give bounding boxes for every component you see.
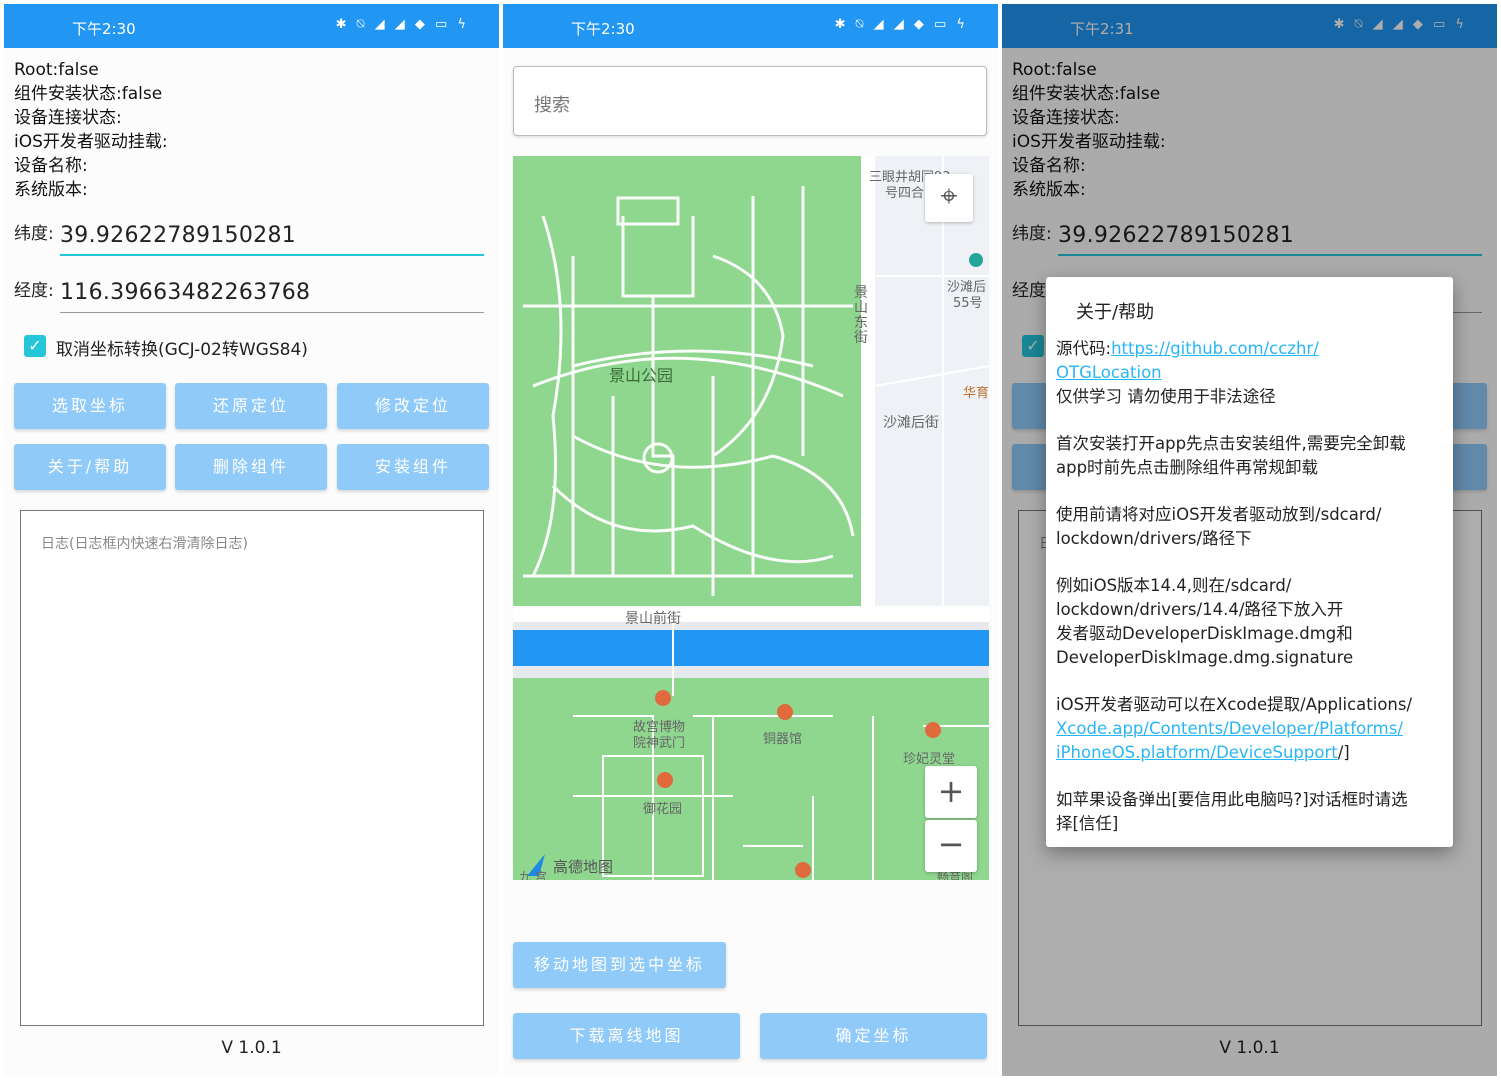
checkbox-checked-icon[interactable]: ✓ [24, 335, 46, 357]
status-icons: ✱ ⍉ ◢ ◢ ◆ ▭ ϟ [335, 17, 469, 32]
longitude-underline [60, 312, 484, 313]
trust-paragraph: 如苹果设备弹出[要信用此电脑吗?]对话框时请选 择[信任] [1056, 788, 1446, 836]
install-paragraph: 首次安装打开app先点击安装组件,需要完全卸载 app时前先点击删除组件再常规卸… [1056, 432, 1446, 480]
about-help-dialog: 关于/帮助 源代码:https://github.com/cczhr/ OTGL… [1046, 277, 1453, 847]
system-version: 系统版本: [14, 180, 88, 200]
log-placeholder: 日志(日志框内快速右滑清除日志) [41, 536, 248, 552]
example-line-1: 例如iOS版本14.4,则在/sdcard/ [1056, 576, 1292, 595]
xcode-paragraph: iOS开发者驱动可以在Xcode提取/Applications/ Xcode.a… [1056, 693, 1446, 765]
app-version: V 1.0.1 [221, 1038, 282, 1058]
dialog-title: 关于/帮助 [1076, 302, 1155, 323]
xcode-path-link-cont[interactable]: iPhoneOS.platform/DeviceSupport [1056, 743, 1338, 762]
modify-location-button[interactable]: 修改定位 [337, 383, 489, 429]
example-line-4: DeveloperDiskImage.dmg.signature [1056, 648, 1354, 667]
confirm-coordinate-button[interactable]: 确定坐标 [760, 1013, 987, 1059]
install-line-2: app时前先点击删除组件再常规卸载 [1056, 458, 1319, 477]
map-view[interactable]: 景山公园 景山前街 沙滩后街 景山东街 三眼井胡同93 号四合院 沙滩后 55号… [513, 156, 989, 880]
status-icons: ✱ ⍉ ◢ ◢ ◆ ▭ ϟ [834, 17, 968, 32]
source-link[interactable]: https://github.com/cczhr/ [1111, 339, 1319, 358]
longitude-label: 经度: [14, 281, 54, 301]
map-label-zhenfei: 珍妃灵堂 [903, 752, 956, 767]
download-offline-map-button[interactable]: 下载离线地图 [513, 1013, 740, 1059]
install-line-1: 首次安装打开app先点击安装组件,需要完全卸载 [1056, 434, 1406, 453]
install-status: 组件安装状态:false [14, 84, 163, 104]
move-map-button[interactable]: 移动地图到选中坐标 [513, 942, 726, 988]
status-bar: 下午2:30 ✱ ⍉ ◢ ◢ ◆ ▭ ϟ [4, 4, 499, 48]
latitude-input[interactable]: 39.92622789150281 [60, 223, 296, 248]
xcode-path-tail: /] [1337, 743, 1350, 762]
latitude-underline [60, 254, 484, 256]
mount-status: iOS开发者驱动挂载: [14, 132, 168, 152]
map-graphic [513, 156, 989, 880]
status-time: 下午2:30 [571, 20, 635, 38]
longitude-input[interactable]: 116.39663482263768 [60, 280, 310, 305]
latitude-label: 纬度: [14, 224, 54, 244]
about-help-button[interactable]: 关于/帮助 [14, 444, 166, 490]
warning-text: 仅供学习 请勿使用于非法途径 [1056, 387, 1276, 406]
zoom-out-button[interactable]: − [925, 820, 977, 872]
help-dialog-screen: 下午2:31 ✱ ⍉ ◢ ◢ ◆ ▭ ϟ Root:false 组件安装状态:f… [1002, 4, 1497, 1076]
driver-paragraph: 使用前请将对应iOS开发者驱动放到/sdcard/ lockdown/drive… [1056, 503, 1446, 551]
locate-icon[interactable]: ⌖ [925, 174, 973, 222]
status-bar: 下午2:30 ✱ ⍉ ◢ ◢ ◆ ▭ ϟ [503, 4, 998, 48]
trust-line-1: 如苹果设备弹出[要信用此电脑吗?]对话框时请选 [1056, 790, 1408, 809]
map-label-shatan-back: 沙滩后街 [883, 415, 939, 431]
trust-line-2: 择[信任] [1056, 814, 1119, 833]
root-status: Root:false [14, 60, 99, 80]
map-label-jingshan: 景山公园 [609, 366, 674, 385]
status-time: 下午2:30 [72, 20, 136, 38]
source-label: 源代码: [1056, 339, 1112, 358]
example-line-2: lockdown/drivers/14.4/路径下放入开 [1056, 600, 1344, 619]
map-screen: 下午2:30 ✱ ⍉ ◢ ◢ ◆ ▭ ϟ 搜索 景山公园 景山前街 沙滩后街 景… [503, 4, 998, 1076]
search-input[interactable]: 搜索 [513, 66, 987, 136]
map-label-tongqi: 铜器馆 [763, 732, 803, 747]
map-label-museum2: 院神武门 [633, 736, 686, 751]
log-box[interactable]: 日志(日志框内快速右滑清除日志) [20, 510, 484, 1026]
driver-line-2: lockdown/drivers/路径下 [1056, 529, 1252, 548]
connect-status: 设备连接状态: [14, 108, 122, 128]
map-label-shatan55b: 55号 [953, 296, 983, 311]
example-line-3: 发者驱动DeveloperDiskImage.dmg和 [1056, 624, 1353, 643]
longitude-field[interactable]: 经度: 116.39663482263768 [14, 267, 484, 313]
map-label-jingshan-front: 景山前街 [625, 611, 681, 627]
xcode-path-link[interactable]: Xcode.app/Contents/Developer/Platforms/ [1056, 719, 1403, 738]
latitude-field[interactable]: 纬度: 39.92622789150281 [14, 210, 484, 256]
map-label-huayu: 华育 [963, 386, 989, 401]
source-paragraph: 源代码:https://github.com/cczhr/ OTGLocatio… [1056, 337, 1446, 409]
device-name: 设备名称: [14, 156, 88, 176]
amap-logo: 高德地图 [553, 858, 614, 876]
driver-line-1: 使用前请将对应iOS开发者驱动放到/sdcard/ [1056, 505, 1382, 524]
checkbox-label: 取消坐标转换(GCJ-02转WGS84) [56, 340, 308, 360]
dialog-body: 源代码:https://github.com/cczhr/ OTGLocatio… [1056, 337, 1446, 859]
map-label-jingshan-east: 景山东街 [854, 285, 868, 346]
main-screen: 下午2:30 ✱ ⍉ ◢ ◢ ◆ ▭ ϟ Root:false 组件安装状态:f… [4, 4, 499, 1076]
source-link-cont[interactable]: OTGLocation [1056, 363, 1162, 382]
example-paragraph: 例如iOS版本14.4,则在/sdcard/ lockdown/drivers/… [1056, 574, 1446, 670]
zoom-in-button[interactable]: + [925, 766, 977, 818]
delete-component-button[interactable]: 删除组件 [175, 444, 327, 490]
xcode-line-1: iOS开发者驱动可以在Xcode提取/Applications/ [1056, 695, 1413, 714]
search-placeholder: 搜索 [534, 95, 570, 116]
device-info: Root:false 组件安装状态:false 设备连接状态: iOS开发者驱动… [14, 58, 168, 202]
pick-coordinate-button[interactable]: 选取坐标 [14, 383, 166, 429]
install-component-button[interactable]: 安装组件 [337, 444, 489, 490]
map-label-bottom-left: 九 宫 [519, 870, 547, 880]
restore-location-button[interactable]: 还原定位 [175, 383, 327, 429]
map-label-yuhua: 御花园 [643, 802, 683, 817]
